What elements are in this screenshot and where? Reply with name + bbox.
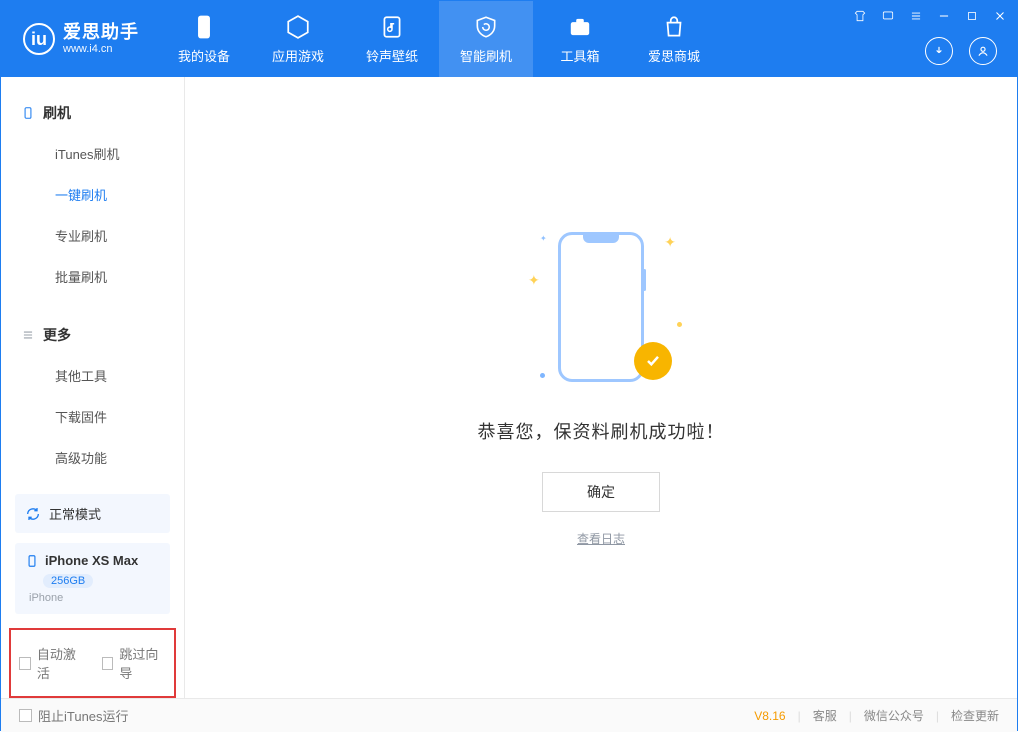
sidebar-group-more: 更多 — [1, 315, 184, 355]
tab-label: 智能刷机 — [460, 46, 512, 65]
group-title: 更多 — [43, 325, 71, 345]
sidebar: 刷机 iTunes刷机 一键刷机 专业刷机 批量刷机 更多 其他工具 下载固件 … — [1, 77, 185, 698]
skin-button[interactable] — [851, 7, 869, 25]
body: 刷机 iTunes刷机 一键刷机 专业刷机 批量刷机 更多 其他工具 下载固件 … — [1, 77, 1017, 698]
header-actions — [925, 37, 997, 65]
sidebar-item-itunes-flash[interactable]: iTunes刷机 — [1, 133, 184, 174]
app-site: www.i4.cn — [63, 43, 139, 55]
window-controls — [851, 7, 1009, 25]
device-type: iPhone — [29, 592, 160, 604]
tab-apps[interactable]: 应用游戏 — [251, 1, 345, 77]
check-badge-icon — [634, 342, 672, 380]
minimize-button[interactable] — [935, 7, 953, 25]
checkbox-box — [102, 657, 114, 670]
device-storage-badge: 256GB — [43, 574, 93, 588]
footer-link-support[interactable]: 客服 — [813, 707, 837, 724]
separator: | — [798, 709, 801, 723]
header: iu 爱思助手 www.i4.cn 我的设备 应用游戏 铃声壁纸 智能刷机 工具… — [1, 1, 1017, 77]
tab-label: 应用游戏 — [272, 46, 324, 65]
mode-label: 正常模式 — [49, 504, 101, 523]
success-illustration: ✦ ✦ ✦ — [526, 228, 676, 388]
ok-button[interactable]: 确定 — [542, 472, 660, 512]
mode-card[interactable]: 正常模式 — [15, 494, 170, 533]
sidebar-item-pro-flash[interactable]: 专业刷机 — [1, 215, 184, 256]
dot-icon — [677, 322, 682, 327]
sidebar-item-other-tools[interactable]: 其他工具 — [1, 355, 184, 396]
shield-refresh-icon — [473, 14, 499, 40]
logo: iu 爱思助手 www.i4.cn — [1, 1, 157, 77]
checkbox-auto-activate[interactable]: 自动激活 — [19, 644, 84, 682]
bag-icon — [661, 14, 687, 40]
phone-icon — [191, 14, 217, 40]
sparkle-icon: ✦ — [664, 234, 676, 251]
device-card[interactable]: iPhone XS Max 256GB iPhone — [15, 543, 170, 614]
download-button[interactable] — [925, 37, 953, 65]
device-name: iPhone XS Max — [45, 553, 138, 568]
sidebar-item-oneclick-flash[interactable]: 一键刷机 — [1, 174, 184, 215]
group-title: 刷机 — [43, 103, 71, 123]
sidebar-item-advanced[interactable]: 高级功能 — [1, 437, 184, 478]
tab-store[interactable]: 爱思商城 — [627, 1, 721, 77]
account-button[interactable] — [969, 37, 997, 65]
tab-label: 铃声壁纸 — [366, 46, 418, 65]
checkbox-label: 自动激活 — [37, 644, 84, 682]
tab-device[interactable]: 我的设备 — [157, 1, 251, 77]
sparkle-icon: ✦ — [528, 272, 540, 289]
menu-button[interactable] — [907, 7, 925, 25]
tab-flash[interactable]: 智能刷机 — [439, 1, 533, 77]
sparkle-icon: ✦ — [540, 234, 547, 243]
checkbox-box — [19, 709, 32, 722]
cube-icon — [285, 14, 311, 40]
separator: | — [936, 709, 939, 723]
main-panel: ✦ ✦ ✦ 恭喜您，保资料刷机成功啦！ 确定 查看日志 — [185, 77, 1017, 698]
sidebar-group-flash: 刷机 — [1, 93, 184, 133]
view-log-link[interactable]: 查看日志 — [577, 530, 625, 547]
checkbox-skip-guide[interactable]: 跳过向导 — [102, 644, 167, 682]
logo-icon: iu — [23, 23, 55, 55]
close-button[interactable] — [991, 7, 1009, 25]
tab-label: 工具箱 — [560, 46, 599, 65]
sidebar-item-batch-flash[interactable]: 批量刷机 — [1, 256, 184, 297]
tab-label: 我的设备 — [178, 46, 230, 65]
nav-tabs: 我的设备 应用游戏 铃声壁纸 智能刷机 工具箱 爱思商城 — [157, 1, 721, 77]
list-icon — [21, 328, 35, 342]
checkbox-label: 阻止iTunes运行 — [38, 706, 129, 725]
flash-options-highlight: 自动激活 跳过向导 — [9, 628, 176, 698]
phone-outline-icon — [558, 232, 644, 382]
refresh-icon — [25, 506, 41, 522]
music-file-icon — [379, 14, 405, 40]
footer-link-wechat[interactable]: 微信公众号 — [864, 707, 924, 724]
maximize-button[interactable] — [963, 7, 981, 25]
footer-link-update[interactable]: 检查更新 — [951, 707, 999, 724]
dot-icon — [540, 373, 545, 378]
sidebar-item-download-firmware[interactable]: 下载固件 — [1, 396, 184, 437]
separator: | — [849, 709, 852, 723]
device-icon — [21, 106, 35, 120]
checkbox-label: 跳过向导 — [119, 644, 166, 682]
version-label: V8.16 — [754, 709, 785, 723]
checkbox-block-itunes[interactable]: 阻止iTunes运行 — [19, 706, 129, 725]
tab-label: 爱思商城 — [648, 46, 700, 65]
checkbox-box — [19, 657, 31, 670]
app-name: 爱思助手 — [63, 23, 139, 43]
phone-small-icon — [25, 554, 39, 568]
briefcase-icon — [567, 14, 593, 40]
tab-ring[interactable]: 铃声壁纸 — [345, 1, 439, 77]
footer: 阻止iTunes运行 V8.16 | 客服 | 微信公众号 | 检查更新 — [1, 698, 1017, 732]
tab-tools[interactable]: 工具箱 — [533, 1, 627, 77]
success-message: 恭喜您，保资料刷机成功啦！ — [478, 418, 725, 444]
feedback-button[interactable] — [879, 7, 897, 25]
